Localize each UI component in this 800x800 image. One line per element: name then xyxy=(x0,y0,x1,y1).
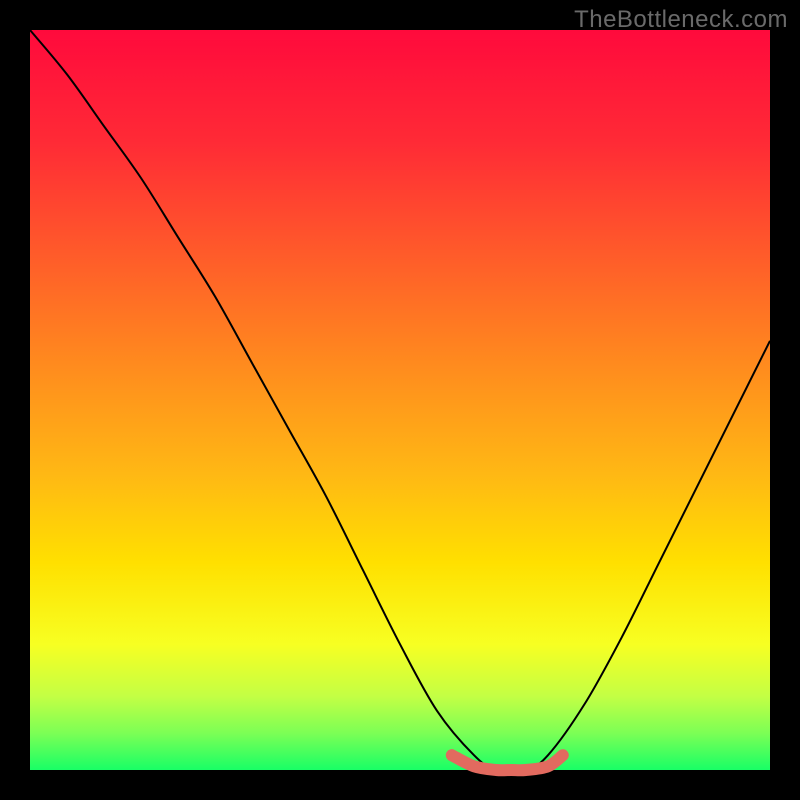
watermark-label: TheBottleneck.com xyxy=(574,6,788,34)
bottleneck-chart xyxy=(0,0,800,800)
plot-background xyxy=(30,30,770,770)
chart-frame: TheBottleneck.com xyxy=(0,0,800,800)
